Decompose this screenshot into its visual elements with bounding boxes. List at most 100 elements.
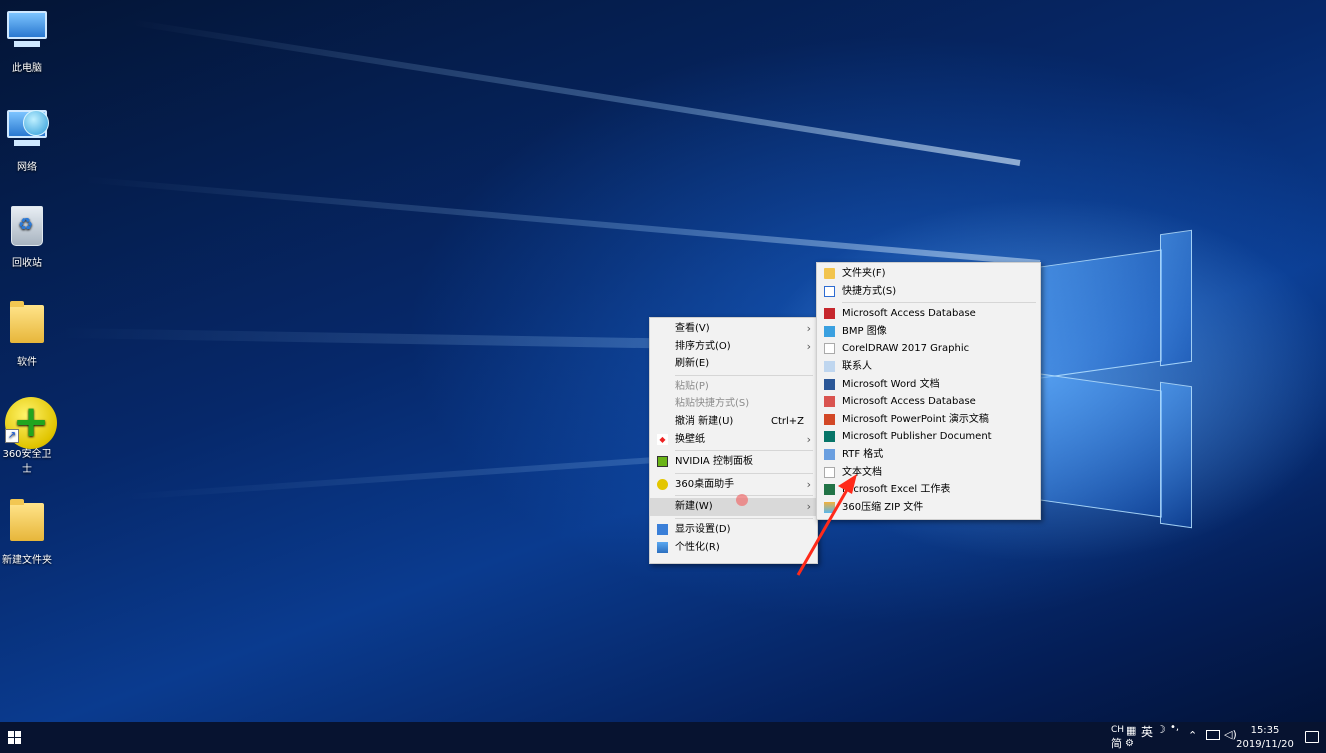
new-item-folder[interactable]: 文件夹(F) [817, 265, 1040, 283]
clock-time: 15:35 [1250, 725, 1280, 736]
menu-item-label: 个性化(R) [675, 541, 720, 553]
this-pc-icon [5, 11, 49, 55]
menu-item-label: 新建(W) [675, 501, 713, 513]
settings-gear-icon[interactable]: ⚙ [1125, 738, 1134, 749]
taskbar-clock[interactable]: 15:35 2019/11/20 [1234, 724, 1296, 752]
access-icon [824, 308, 835, 320]
menu-item-undo-new[interactable]: 撤消 新建(U) Ctrl+Z [650, 413, 817, 431]
folder-icon [824, 268, 835, 279]
menu-item-label: 快捷方式(S) [842, 285, 897, 297]
new-item-access-database[interactable]: Microsoft Access Database [817, 305, 1040, 323]
menu-item-label: Microsoft PowerPoint 演示文稿 [842, 413, 989, 425]
new-item-360-zip[interactable]: 360压缩 ZIP 文件 [817, 499, 1040, 517]
desktop-icon-label: 回收站 [12, 258, 42, 269]
text-document-icon [824, 466, 835, 478]
menu-item-shortcut: Ctrl+Z [770, 415, 804, 427]
menu-item-nvidia-control-panel[interactable]: NVIDIA 控制面板 [650, 453, 817, 471]
recycle-bin-icon [5, 206, 49, 250]
menu-item-change-wallpaper[interactable]: ◆ 换壁纸 › [650, 431, 817, 449]
new-item-bmp-image[interactable]: BMP 图像 [817, 323, 1040, 341]
menu-item-label: 排序方式(O) [675, 340, 731, 352]
menu-item-label: BMP 图像 [842, 325, 887, 337]
menu-item-personalize[interactable]: 个性化(R) [650, 539, 817, 557]
logo-pane-top-right [1160, 229, 1192, 367]
chevron-right-icon: › [806, 477, 811, 491]
menu-item-display-settings[interactable]: 显示设置(D) [650, 521, 817, 539]
mouse-cursor-icon [736, 494, 748, 507]
new-item-publisher[interactable]: Microsoft Publisher Document [817, 428, 1040, 446]
desktop-icon-network[interactable]: 网络 [0, 104, 54, 173]
new-item-word-document[interactable]: Microsoft Word 文档 [817, 376, 1040, 394]
moon-icon[interactable]: ☽ [1156, 723, 1166, 736]
menu-separator [675, 374, 813, 376]
menu-item-360-desktop-assistant[interactable]: 360桌面助手 › [650, 476, 817, 494]
logo-pane-bottom-left [1040, 373, 1162, 518]
menu-item-label: Microsoft Publisher Document [842, 431, 992, 443]
menu-separator [675, 472, 813, 474]
network-icon [5, 110, 49, 154]
rtf-icon [824, 448, 835, 460]
menu-item-label: Microsoft Access Database [842, 396, 976, 408]
new-item-rtf[interactable]: RTF 格式 [817, 446, 1040, 464]
menu-item-paste[interactable]: 粘贴(P) [650, 378, 817, 396]
menu-item-label: 显示设置(D) [675, 523, 731, 535]
menu-item-new[interactable]: 新建(W) › [650, 494, 817, 516]
menu-item-label: Microsoft Excel 工作表 [842, 484, 951, 496]
desktop-icon-software[interactable]: 软件 [0, 301, 54, 368]
desktop-icon-label: 软件 [17, 357, 37, 368]
desktop-icon-label: 360安全卫士 [2, 449, 52, 475]
notification-icon[interactable] [1305, 731, 1319, 743]
windows-start-icon[interactable] [8, 731, 21, 744]
menu-item-view[interactable]: 查看(V) › [650, 320, 817, 338]
new-item-text-document[interactable]: 文本文档 [817, 464, 1040, 482]
publisher-icon [824, 431, 835, 443]
new-item-excel[interactable]: Microsoft Excel 工作表 [817, 481, 1040, 499]
folder-icon [5, 301, 49, 349]
menu-item-sort-by[interactable]: 排序方式(O) › [650, 338, 817, 356]
menu-item-label: 文件夹(F) [842, 268, 886, 279]
new-item-contact[interactable]: 联系人 [817, 358, 1040, 376]
menu-item-refresh[interactable]: 刷新(E) [650, 355, 817, 373]
new-item-coreldraw-graphic[interactable]: CorelDRAW 2017 Graphic [817, 340, 1040, 358]
menu-item-paste-shortcut[interactable]: 粘贴快捷方式(S) [650, 395, 817, 413]
menu-separator [675, 517, 813, 519]
desktop-icon-new-folder[interactable]: 新建文件夹 [0, 499, 54, 566]
menu-item-label: 粘贴(P) [675, 380, 709, 392]
desktop-icon-360-security[interactable]: ↗ 360安全卫士 [0, 397, 57, 475]
menu-item-label: RTF 格式 [842, 448, 884, 460]
shortcut-arrow-icon: ↗ [5, 429, 19, 443]
ime-chinese-label: 简 [1111, 737, 1122, 750]
360-security-icon: ↗ [5, 397, 57, 449]
shortcut-icon [824, 285, 835, 297]
desktop-icon-this-pc[interactable]: 此电脑 [0, 5, 54, 74]
ime-language-toggle[interactable]: 英 [1141, 723, 1153, 740]
punctuation-icon[interactable]: •, [1170, 722, 1179, 733]
menu-item-label: Microsoft Access Database [842, 308, 976, 320]
taskbar: CH 简 ▦ ⚙ 英 ☽ •, ⌃ ◁) 15:35 2019/11/20 [0, 722, 1326, 753]
keyboard-grid-icon[interactable]: ▦ [1126, 724, 1136, 737]
menu-item-label: Microsoft Word 文档 [842, 378, 940, 390]
nvidia-icon [657, 456, 668, 468]
desktop-icon-label: 新建文件夹 [2, 555, 52, 566]
chevron-right-icon: › [806, 500, 811, 514]
desktop-icon-recycle-bin[interactable]: 回收站 [0, 203, 54, 269]
ime-indicator[interactable]: CH 简 [1111, 723, 1124, 752]
clock-date: 2019/11/20 [1236, 739, 1294, 750]
personalize-icon [657, 541, 668, 553]
desktop-context-menu: 查看(V) › 排序方式(O) › 刷新(E) 粘贴(P) 粘贴快捷方式(S) 撤消… [649, 317, 818, 564]
network-tray-icon[interactable] [1206, 730, 1220, 740]
menu-item-label: 查看(V) [675, 323, 710, 334]
new-item-access-database-2[interactable]: Microsoft Access Database [817, 393, 1040, 411]
chevron-up-icon[interactable]: ⌃ [1188, 729, 1197, 742]
chevron-right-icon: › [806, 322, 811, 335]
menu-separator [675, 450, 813, 452]
folder-icon [5, 499, 49, 547]
360-assistant-icon [657, 478, 668, 490]
new-submenu: 文件夹(F) 快捷方式(S) Microsoft Access Database… [816, 262, 1041, 520]
ime-mode-label: CH [1111, 725, 1125, 735]
zip-archive-icon [824, 501, 835, 513]
new-item-powerpoint[interactable]: Microsoft PowerPoint 演示文稿 [817, 411, 1040, 429]
new-item-shortcut[interactable]: 快捷方式(S) [817, 283, 1040, 301]
desktop-icon-label: 此电脑 [12, 63, 42, 74]
contact-icon [824, 360, 835, 372]
